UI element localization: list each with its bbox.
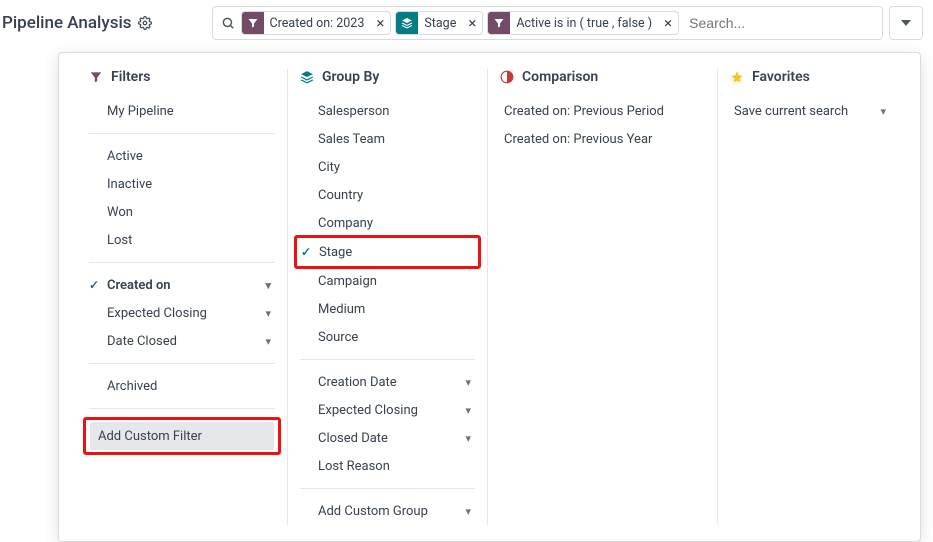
filter-item-won[interactable]: Won xyxy=(89,198,275,226)
groupby-item-company[interactable]: Company xyxy=(300,209,475,237)
comparison-icon xyxy=(500,70,514,84)
groupby-item-lost-reason[interactable]: Lost Reason xyxy=(300,452,475,480)
caret-down-icon: ▾ xyxy=(265,335,271,348)
comparison-heading-text: Comparison xyxy=(522,69,598,85)
filters-column: Filters My Pipeline Active Inactive Won … xyxy=(77,69,287,525)
add-custom-group-button[interactable]: Add Custom Group▾ xyxy=(300,497,475,525)
comparison-column: Comparison Created on: Previous Period C… xyxy=(487,69,717,525)
filter-item-expected-closing[interactable]: Expected Closing▾ xyxy=(89,299,275,327)
favorites-column: Favorites Save current search▾ xyxy=(717,69,902,525)
add-custom-filter-button[interactable]: Add Custom Filter xyxy=(90,422,274,450)
filters-heading-text: Filters xyxy=(111,69,150,85)
filter-item-active[interactable]: Active xyxy=(89,142,275,170)
stack-icon xyxy=(300,70,314,84)
filter-item-archived[interactable]: Archived xyxy=(89,372,275,400)
caret-down-icon: ▾ xyxy=(465,404,471,417)
divider xyxy=(300,488,475,489)
filter-item-inactive[interactable]: Inactive xyxy=(89,170,275,198)
groupby-item-source[interactable]: Source xyxy=(300,323,475,351)
page-title-text: Pipeline Analysis xyxy=(2,13,132,33)
divider xyxy=(89,408,275,409)
divider xyxy=(300,359,475,360)
chip-label: Stage xyxy=(418,16,462,31)
divider xyxy=(89,262,275,263)
comparison-item-prev-period[interactable]: Created on: Previous Period xyxy=(500,97,705,125)
gear-icon[interactable] xyxy=(138,16,152,30)
star-icon xyxy=(730,70,744,84)
caret-down-icon: ▾ xyxy=(265,279,271,292)
groupby-item-campaign[interactable]: Campaign xyxy=(300,267,475,295)
chip-label: Created on: 2023 xyxy=(264,16,371,31)
groupby-item-stage[interactable]: Stage xyxy=(301,238,474,266)
groupby-heading-text: Group By xyxy=(322,69,379,85)
filters-heading: Filters xyxy=(89,69,275,85)
groupby-column: Group By Salesperson Sales Team City Cou… xyxy=(287,69,487,525)
groupby-item-closed-date[interactable]: Closed Date▾ xyxy=(300,424,475,452)
filter-chip-created-on[interactable]: Created on: 2023 × xyxy=(241,11,392,35)
filter-item-lost[interactable]: Lost xyxy=(89,226,275,254)
groupby-chip-stage[interactable]: Stage × xyxy=(395,11,483,35)
search-options-dropdown[interactable] xyxy=(889,6,923,40)
groupby-item-sales-team[interactable]: Sales Team xyxy=(300,125,475,153)
caret-down-icon: ▾ xyxy=(265,307,271,320)
groupby-heading: Group By xyxy=(300,69,475,85)
highlight-add-filter: Add Custom Filter xyxy=(83,417,281,455)
search-input[interactable] xyxy=(683,15,878,31)
search-icon xyxy=(221,16,235,30)
caret-down-icon xyxy=(901,18,911,28)
groupby-item-expected-closing[interactable]: Expected Closing▾ xyxy=(300,396,475,424)
search-bar[interactable]: Created on: 2023 × Stage × Active is in … xyxy=(212,6,883,40)
favorites-heading: Favorites xyxy=(730,69,890,85)
groupby-item-salesperson[interactable]: Salesperson xyxy=(300,97,475,125)
comparison-item-prev-year[interactable]: Created on: Previous Year xyxy=(500,125,705,153)
filter-icon xyxy=(488,12,510,34)
groupby-item-medium[interactable]: Medium xyxy=(300,295,475,323)
page-title: Pipeline Analysis xyxy=(2,13,152,33)
groupby-item-country[interactable]: Country xyxy=(300,181,475,209)
caret-down-icon: ▾ xyxy=(465,432,471,445)
favorites-heading-text: Favorites xyxy=(752,69,810,85)
chip-label: Active is in ( true , false ) xyxy=(510,16,658,31)
filter-icon xyxy=(242,12,264,34)
search-options-panel: Filters My Pipeline Active Inactive Won … xyxy=(58,52,921,542)
filter-chip-active[interactable]: Active is in ( true , false ) × xyxy=(487,11,679,35)
filter-item-date-closed[interactable]: Date Closed▾ xyxy=(89,327,275,355)
caret-down-icon: ▾ xyxy=(465,505,471,518)
comparison-heading: Comparison xyxy=(500,69,705,85)
groupby-item-creation-date[interactable]: Creation Date▾ xyxy=(300,368,475,396)
filter-icon xyxy=(89,70,103,84)
divider xyxy=(89,363,275,364)
stack-icon xyxy=(396,12,418,34)
filter-item-created-on[interactable]: Created on▾ xyxy=(89,271,275,299)
divider xyxy=(89,133,275,134)
filter-item-my-pipeline[interactable]: My Pipeline xyxy=(89,97,275,125)
highlight-stage: Stage xyxy=(294,235,481,269)
caret-down-icon: ▾ xyxy=(880,105,886,118)
groupby-item-city[interactable]: City xyxy=(300,153,475,181)
close-icon[interactable]: × xyxy=(462,16,482,31)
save-current-search-button[interactable]: Save current search▾ xyxy=(730,97,890,125)
caret-down-icon: ▾ xyxy=(465,376,471,389)
close-icon[interactable]: × xyxy=(370,16,390,31)
close-icon[interactable]: × xyxy=(658,16,678,31)
